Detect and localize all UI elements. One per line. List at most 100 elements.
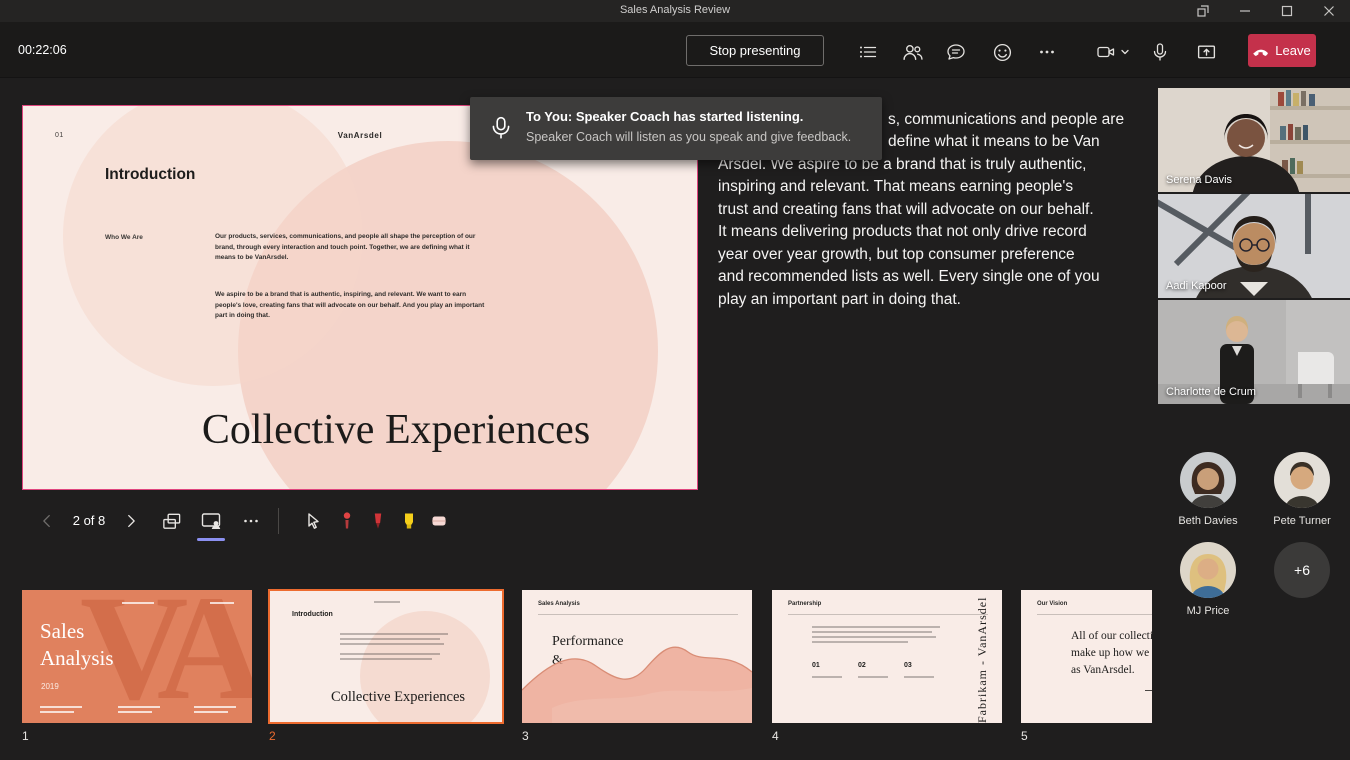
thumb-label: Our Vision — [1037, 601, 1067, 607]
pointer-tool-button[interactable] — [298, 506, 328, 536]
thumb-title: Collective Experiences — [270, 689, 502, 706]
thumb-number: 3 — [522, 729, 529, 743]
thumb-number: 4 — [772, 729, 779, 743]
notes-line: It means delivering products that not on… — [718, 223, 1087, 241]
minimize-icon — [1239, 5, 1251, 17]
chat-button[interactable] — [942, 38, 970, 66]
close-button[interactable] — [1308, 0, 1350, 22]
text-placeholder — [122, 602, 154, 604]
slide-title: Collective Experiences — [23, 406, 697, 454]
titlebar: Sales Analysis Review — [0, 0, 1350, 22]
next-slide-button[interactable] — [116, 506, 146, 536]
toast-subtitle: Speaker Coach will listen as you speak a… — [526, 130, 851, 144]
microphone-icon — [1150, 42, 1170, 62]
text-placeholder — [340, 643, 444, 645]
pen-icon — [368, 511, 388, 531]
video-tile-charlotte-de-crum[interactable]: Charlotte de Crum — [1158, 300, 1350, 404]
participant-overflow[interactable]: +6 — [1254, 542, 1350, 598]
maximize-icon — [1281, 5, 1293, 17]
notes-line: year over year growth, but top consumer … — [718, 246, 1075, 264]
participant-name: Beth Davies — [1160, 515, 1256, 527]
thumb-number: 5 — [1021, 729, 1028, 743]
minimize-button[interactable] — [1224, 0, 1266, 22]
participant-mj-price[interactable]: MJ Price — [1160, 542, 1256, 617]
stop-presenting-button[interactable]: Stop presenting — [686, 35, 824, 66]
selected-tool-indicator — [197, 538, 225, 541]
previous-slide-button[interactable] — [32, 506, 62, 536]
thumb-step: 02 — [858, 662, 866, 669]
grid-view-button[interactable] — [156, 506, 186, 536]
slide-thumbnail-1[interactable]: VA Sales Analysis 2019 — [22, 590, 252, 723]
text-placeholder — [40, 706, 82, 708]
more-options-button[interactable] — [1033, 38, 1061, 66]
chat-icon — [946, 42, 966, 62]
thumb-step: 01 — [812, 662, 820, 669]
tools-divider — [278, 508, 279, 534]
thumb-title: Sales Analysis — [40, 618, 114, 672]
thumb-label: Partnership — [788, 601, 821, 607]
thumb-number: 1 — [22, 729, 29, 743]
people-icon — [902, 42, 923, 63]
meeting-toolbar: 00:22:06 Stop presenting — [0, 22, 1350, 78]
thumb-step: 03 — [904, 662, 912, 669]
avatar — [1180, 452, 1236, 508]
text-placeholder — [904, 676, 934, 678]
slide-position: 2 of 8 — [60, 513, 118, 528]
slide-thumbnail-3[interactable]: Sales Analysis Performance & — [522, 590, 752, 723]
leave-button[interactable]: Leave — [1248, 34, 1316, 67]
text-placeholder — [812, 676, 842, 678]
camera-button[interactable] — [1092, 38, 1134, 66]
text-placeholder — [118, 706, 160, 708]
text-placeholder — [210, 602, 234, 604]
video-tile-serena-davis[interactable]: Serena Davis — [1158, 88, 1350, 192]
pop-out-button[interactable] — [1182, 0, 1224, 22]
participant-beth-davies[interactable]: Beth Davies — [1160, 452, 1256, 527]
slide-more-button[interactable] — [236, 506, 266, 536]
close-icon — [1323, 5, 1335, 17]
video-tile-aadi-kapoor[interactable]: Aadi Kapoor — [1158, 194, 1350, 298]
eraser-tool-button[interactable] — [424, 506, 454, 536]
microphone-button[interactable] — [1146, 38, 1174, 66]
notes-line: define what it means to be Van — [888, 133, 1100, 151]
participant-name: Serena Davis — [1166, 174, 1232, 186]
participant-name: Aadi Kapoor — [1166, 280, 1227, 292]
meeting-notes-button[interactable] — [854, 38, 882, 66]
slide-section-label: Who We Are — [105, 234, 143, 241]
maximize-button[interactable] — [1266, 0, 1308, 22]
avatar — [1274, 452, 1330, 508]
chevron-right-icon — [122, 512, 140, 530]
participant-name: Pete Turner — [1254, 515, 1350, 527]
participant-name: Charlotte de Crum — [1166, 386, 1256, 398]
participants-button[interactable] — [898, 38, 926, 66]
toast-title: To You: Speaker Coach has started listen… — [526, 109, 803, 124]
text-placeholder — [340, 653, 440, 655]
thumb-text: All of our collective make up how we co … — [1071, 628, 1164, 679]
laser-pointer-icon — [337, 511, 357, 531]
pen-tool-button[interactable] — [363, 506, 393, 536]
presenter-view-button[interactable] — [196, 506, 226, 536]
window-controls — [1182, 0, 1350, 22]
speaker-coach-toast[interactable]: To You: Speaker Coach has started listen… — [470, 97, 882, 160]
slide-thumbnail-2-selected[interactable]: Introduction Collective Experiences — [268, 589, 504, 724]
slide-decor-circle — [360, 611, 490, 724]
highlighter-tool-button[interactable] — [394, 506, 424, 536]
leave-label: Leave — [1275, 43, 1310, 58]
current-slide-canvas[interactable]: 01 VanArsdel Introduction Who We Are Our… — [22, 105, 698, 490]
text-placeholder — [858, 676, 888, 678]
slides-stack-icon — [161, 511, 182, 532]
text-placeholder — [374, 601, 400, 603]
text-placeholder — [194, 706, 236, 708]
overflow-count-badge: +6 — [1274, 542, 1330, 598]
eraser-icon — [429, 511, 449, 531]
reactions-button[interactable] — [988, 38, 1016, 66]
participant-pete-turner[interactable]: Pete Turner — [1254, 452, 1350, 527]
speaker-coach-icon — [488, 115, 514, 146]
share-screen-icon — [1196, 42, 1217, 63]
laser-pointer-button[interactable] — [332, 506, 362, 536]
slide-thumbnail-4[interactable]: Partnership 01 02 03 Fabrikam - VanArsde… — [772, 590, 1002, 723]
camera-icon — [1096, 42, 1130, 62]
text-placeholder — [812, 641, 908, 643]
teams-meeting-window: Sales Analysis Review — [0, 0, 1350, 760]
share-button[interactable] — [1192, 38, 1220, 66]
pop-out-icon — [1197, 5, 1209, 17]
